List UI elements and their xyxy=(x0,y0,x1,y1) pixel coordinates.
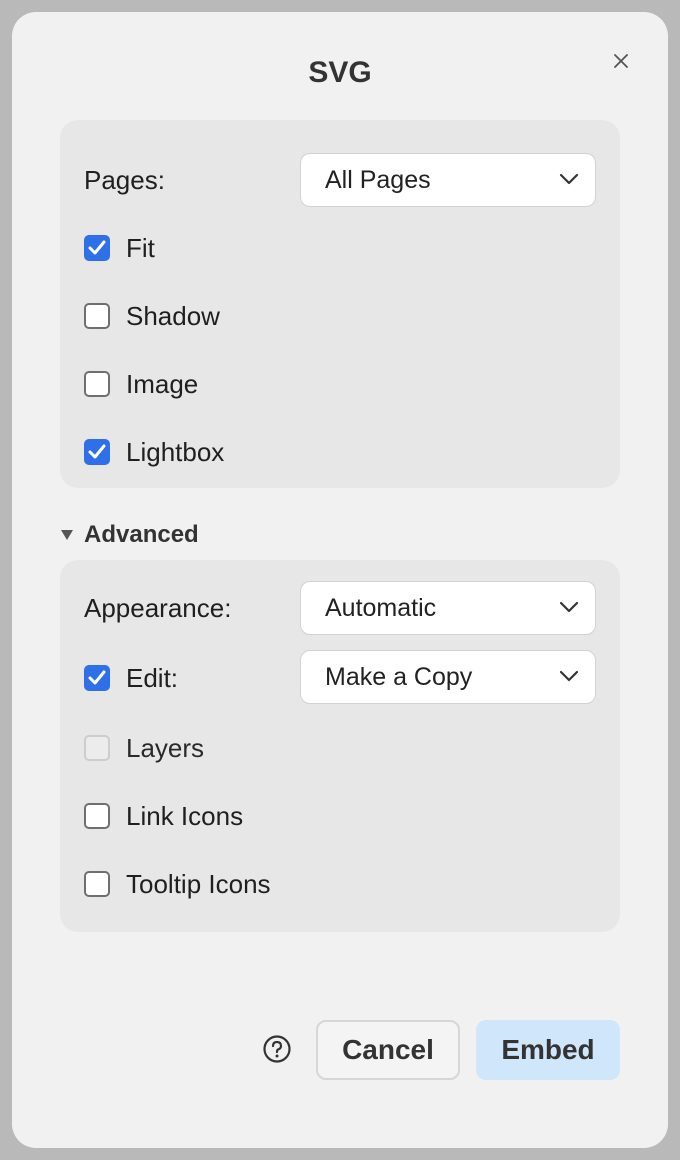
help-icon xyxy=(263,1035,291,1063)
layers-label: Layers xyxy=(126,732,205,763)
checkmark-icon xyxy=(88,240,106,255)
embed-button[interactable]: Embed xyxy=(476,1020,620,1080)
help-button[interactable] xyxy=(262,1034,292,1064)
edit-select-value: Make a Copy xyxy=(325,662,473,691)
lightbox-checkbox[interactable] xyxy=(84,439,110,465)
link-icons-label: Link Icons xyxy=(126,800,244,831)
cancel-button[interactable]: Cancel xyxy=(316,1020,460,1080)
appearance-label: Appearance: xyxy=(84,592,232,623)
appearance-row: Appearance: xyxy=(84,588,231,628)
chevron-down-icon xyxy=(559,601,579,613)
shadow-option[interactable]: Shadow xyxy=(84,296,220,336)
link-icons-checkbox[interactable] xyxy=(84,803,110,829)
layers-checkbox xyxy=(84,735,110,761)
shadow-label: Shadow xyxy=(126,300,220,331)
edit-label: Edit: xyxy=(126,662,179,693)
lightbox-label: Lightbox xyxy=(126,436,225,467)
shadow-checkbox[interactable] xyxy=(84,303,110,329)
tooltip-icons-checkbox[interactable] xyxy=(84,871,110,897)
advanced-toggle[interactable]: Advanced xyxy=(60,520,199,550)
pages-row: Pages: xyxy=(84,160,165,200)
advanced-label: Advanced xyxy=(84,521,199,548)
link-icons-option[interactable]: Link Icons xyxy=(84,796,243,836)
chevron-down-icon xyxy=(559,173,579,185)
edit-checkbox[interactable] xyxy=(84,665,110,691)
edit-select[interactable]: Make a Copy xyxy=(300,650,596,704)
tooltip-icons-label: Tooltip Icons xyxy=(126,868,271,899)
fit-option[interactable]: Fit xyxy=(84,228,155,268)
fit-label: Fit xyxy=(126,232,155,263)
edit-option[interactable]: Edit: xyxy=(84,658,178,698)
disclosure-triangle-icon xyxy=(61,530,73,540)
svg-dialog: SVG Pages: All Pages Fit Shadow Image Li… xyxy=(12,12,668,1148)
checkmark-icon xyxy=(88,670,106,685)
image-label: Image xyxy=(126,368,199,399)
tooltip-icons-option[interactable]: Tooltip Icons xyxy=(84,864,271,904)
layers-option: Layers xyxy=(84,728,204,768)
advanced-options-panel: Appearance: Automatic Edit: Make a Copy … xyxy=(60,560,620,932)
fit-checkbox[interactable] xyxy=(84,235,110,261)
appearance-select-value: Automatic xyxy=(325,593,437,622)
pages-label: Pages: xyxy=(84,164,165,195)
image-option[interactable]: Image xyxy=(84,364,198,404)
checkmark-icon xyxy=(88,444,106,459)
appearance-select[interactable]: Automatic xyxy=(300,581,596,635)
lightbox-option[interactable]: Lightbox xyxy=(84,432,224,472)
dialog-title: SVG xyxy=(308,56,372,89)
image-checkbox[interactable] xyxy=(84,371,110,397)
chevron-down-icon xyxy=(559,670,579,682)
pages-select-value: All Pages xyxy=(325,165,431,194)
pages-select[interactable]: All Pages xyxy=(300,153,596,207)
general-options-panel: Pages: All Pages Fit Shadow Image Lightb… xyxy=(60,120,620,488)
